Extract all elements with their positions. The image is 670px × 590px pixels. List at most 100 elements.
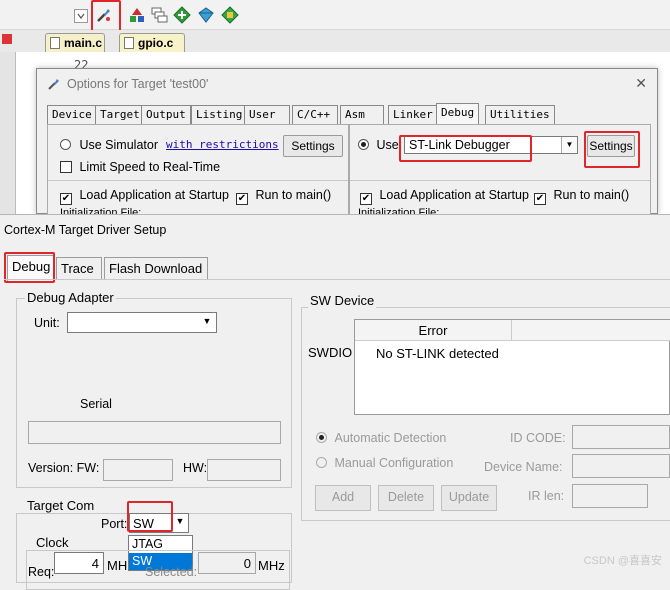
delete-button[interactable]: Delete	[378, 485, 434, 511]
limit-speed-option[interactable]: Limit Speed to Real-Time	[60, 160, 220, 174]
tab-target[interactable]: Target	[95, 105, 145, 124]
port-highlight	[127, 501, 173, 532]
auto-detection-label: Automatic Detection	[334, 431, 447, 445]
load-app-option[interactable]: ✔ Load Application at Startup	[60, 188, 229, 205]
editor-file-tabs: main.c gpio.c	[0, 30, 670, 52]
restrictions-link[interactable]: with restrictions	[166, 138, 279, 151]
tab-divider	[4, 279, 670, 280]
auto-detection-radio[interactable]	[316, 432, 327, 443]
simulator-panel: Use Simulator with restrictions Settings…	[47, 124, 349, 219]
selected-unit: MHz	[258, 558, 285, 573]
settings-button-highlight	[584, 131, 640, 168]
load-app-checkbox-right[interactable]: ✔	[360, 193, 372, 205]
tab-c-cpp[interactable]: C/C++	[292, 105, 338, 124]
load-app-checkbox[interactable]: ✔	[60, 193, 72, 205]
auto-detection-option[interactable]: Automatic Detection	[316, 431, 446, 445]
editor-gutter	[0, 34, 16, 214]
id-code-label: ID CODE:	[510, 431, 566, 445]
breakpoint-icon	[2, 34, 12, 44]
chevron-down-icon: ▼	[561, 137, 577, 153]
ide-toolbar	[0, 0, 670, 38]
run-to-main-option-right[interactable]: ✔ Run to main()	[534, 188, 629, 205]
sw-device-table[interactable]: Error No ST-LINK detected	[354, 319, 670, 415]
tab-asm[interactable]: Asm	[340, 105, 384, 124]
tab-flash-download[interactable]: Flash Download	[104, 257, 208, 279]
device-name-label: Device Name:	[484, 460, 563, 474]
manual-config-option[interactable]: Manual Configuration	[316, 456, 453, 470]
ir-len-field	[572, 484, 648, 508]
run-to-main-label-right: Run to main()	[553, 188, 630, 202]
manage-run-time-icon[interactable]	[128, 6, 146, 24]
tab-label: main.c	[64, 36, 103, 50]
tab-listing[interactable]: Listing	[191, 105, 248, 124]
device-name-field	[572, 454, 670, 478]
tab-output[interactable]: Output	[141, 105, 191, 124]
tab-user[interactable]: User	[244, 105, 290, 124]
ir-len-label: IR len:	[528, 489, 565, 503]
divider	[350, 180, 650, 181]
selected-value: 0	[243, 556, 251, 571]
hw-field	[207, 459, 281, 481]
load-app-label-right: Load Application at Startup	[379, 188, 529, 202]
use-simulator-option[interactable]: Use Simulator	[60, 138, 158, 152]
simulator-settings-button[interactable]: Settings	[283, 135, 343, 157]
req-value: 4	[91, 556, 99, 571]
unit-select[interactable]: ▼	[67, 312, 217, 333]
options-for-target-dialog: Options for Target 'test00' ✕ Device Tar…	[36, 68, 658, 219]
file-extensions-icon[interactable]	[150, 6, 168, 24]
tab-main-c[interactable]: main.c	[45, 33, 105, 52]
file-icon	[124, 37, 134, 49]
debug-adapter-title: Debug Adapter	[25, 290, 116, 305]
clock-title: Clock	[34, 535, 71, 550]
selected-label: Selected:	[145, 565, 198, 579]
tab-device[interactable]: Device	[47, 105, 97, 124]
manual-config-label: Manual Configuration	[334, 456, 454, 470]
tab-gpio-c[interactable]: gpio.c	[119, 33, 185, 52]
port-label: Port:	[101, 517, 128, 531]
target-com-title: Target Com	[25, 498, 97, 513]
req-unit: MH	[107, 558, 128, 573]
tab-debug[interactable]: Debug	[436, 103, 480, 125]
chevron-down-icon: ▼	[202, 316, 212, 326]
tab-trace[interactable]: Trace	[56, 257, 102, 279]
id-code-field	[572, 425, 670, 449]
sw-device-message: No ST-LINK detected	[376, 346, 499, 361]
use-debugger-radio[interactable]	[358, 139, 369, 150]
unit-label: Unit:	[34, 316, 60, 330]
run-to-main-label: Run to main()	[255, 188, 332, 202]
close-icon[interactable]: ✕	[635, 75, 647, 92]
run-to-main-checkbox[interactable]: ✔	[236, 193, 248, 205]
serial-field	[28, 421, 281, 444]
select-packs-icon[interactable]	[197, 6, 215, 24]
selected-field: 0	[198, 552, 256, 574]
chevron-down-icon: ▼	[175, 516, 185, 526]
use-simulator-label: Use Simulator	[79, 138, 158, 152]
tab-linker[interactable]: Linker	[388, 105, 438, 124]
limit-speed-checkbox[interactable]	[60, 161, 72, 173]
dialog-title: Options for Target 'test00'	[67, 77, 209, 91]
dialog-title: Cortex-M Target Driver Setup	[4, 223, 167, 237]
load-app-option-right[interactable]: ✔ Load Application at Startup	[360, 188, 529, 205]
manage-components-icon[interactable]	[221, 6, 239, 24]
tab-utilities[interactable]: Utilities	[485, 105, 555, 124]
debugger-select-highlight	[399, 135, 532, 162]
use-debugger-option[interactable]: Use:	[358, 138, 402, 152]
req-field[interactable]: 4	[54, 552, 104, 574]
file-icon	[50, 37, 60, 49]
add-button[interactable]: Add	[315, 485, 371, 511]
swdio-label: SWDIO	[308, 345, 353, 360]
limit-speed-label: Limit Speed to Real-Time	[79, 160, 221, 174]
use-simulator-radio[interactable]	[60, 139, 71, 150]
fw-field	[103, 459, 173, 481]
manual-config-radio[interactable]	[316, 457, 327, 468]
run-to-main-checkbox-right[interactable]: ✔	[534, 193, 546, 205]
dropdown-arrow-icon[interactable]	[74, 9, 88, 23]
sw-device-title: SW Device	[308, 293, 377, 308]
divider	[48, 180, 348, 181]
run-to-main-option[interactable]: ✔ Run to main()	[236, 188, 331, 205]
req-label: Req:	[28, 565, 55, 579]
pack-installer-icon[interactable]	[173, 6, 191, 24]
tab-label: gpio.c	[138, 36, 174, 50]
update-button[interactable]: Update	[441, 485, 497, 511]
serial-label: Serial	[80, 397, 112, 411]
